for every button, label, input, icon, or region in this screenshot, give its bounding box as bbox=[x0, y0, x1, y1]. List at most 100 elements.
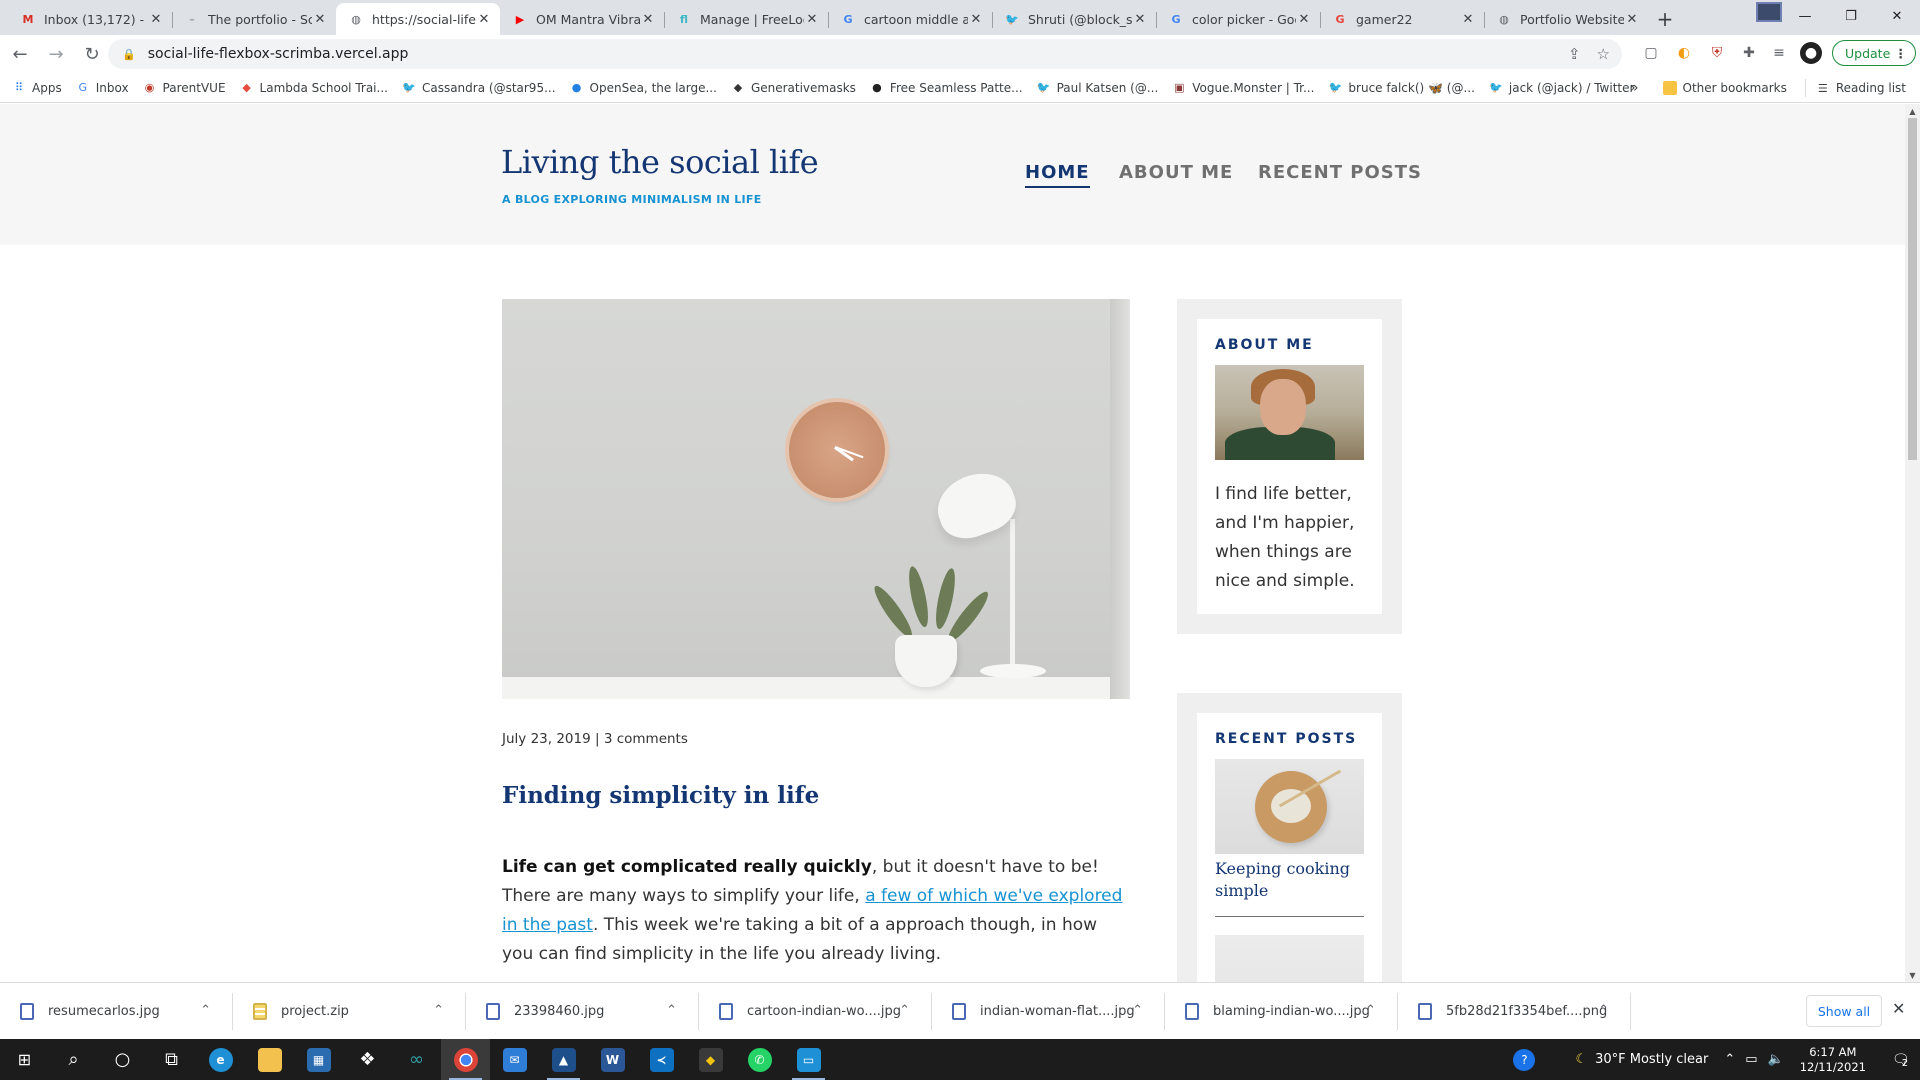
download-item[interactable]: 23398460.jpg ⌃ bbox=[466, 983, 699, 1040]
recent-post-title-link[interactable]: Keeping cooking simple bbox=[1215, 858, 1364, 902]
bookmark-item[interactable]: 🐦 jack (@jack) / Twitter bbox=[1489, 81, 1634, 95]
close-downloads-icon[interactable]: ✕ bbox=[1892, 999, 1905, 1018]
nav-recent-posts[interactable]: RECENT POSTS bbox=[1258, 162, 1422, 183]
recent-post-thumbnail[interactable] bbox=[1215, 935, 1364, 982]
dropbox-app[interactable]: ❖ bbox=[343, 1039, 392, 1080]
update-button[interactable]: Update ⋮ bbox=[1832, 40, 1916, 66]
bookmark-item[interactable]: ◉ ParentVUE bbox=[143, 81, 226, 95]
more-bookmarks-chevron-icon[interactable]: » bbox=[1630, 80, 1639, 96]
extensions-puzzle-icon[interactable]: ✚ bbox=[1738, 42, 1760, 64]
store-app[interactable]: ▦ bbox=[294, 1039, 343, 1080]
browser-tab[interactable]: 🐦 Shruti (@block_sh ✕ bbox=[992, 3, 1156, 35]
back-button[interactable]: ← bbox=[4, 38, 36, 70]
share-icon[interactable]: ⇪ bbox=[1568, 45, 1581, 63]
bookmark-item[interactable]: 🐦 Cassandra (@star95... bbox=[402, 81, 555, 95]
post-comments-link[interactable]: 3 comments bbox=[604, 731, 688, 747]
reading-list-button[interactable]: ☰ Reading list bbox=[1816, 81, 1906, 95]
download-options-chevron-icon[interactable]: ⌃ bbox=[1598, 1003, 1609, 1018]
download-options-chevron-icon[interactable]: ⌃ bbox=[666, 1003, 677, 1018]
volume-icon[interactable]: 🔈 bbox=[1768, 1052, 1784, 1067]
bookmark-item[interactable]: G Inbox bbox=[76, 81, 128, 95]
download-item[interactable]: blaming-indian-wo....jpg ⌃ bbox=[1165, 983, 1398, 1040]
download-item[interactable]: 5fb28d21f3354bef....png ⌃ bbox=[1398, 983, 1631, 1040]
cortana-button[interactable]: ○ bbox=[98, 1039, 147, 1080]
taskbar-clock[interactable]: 6:17 AM 12/11/2021 bbox=[1800, 1045, 1866, 1075]
close-tab-icon[interactable]: ✕ bbox=[1624, 12, 1640, 27]
tab-search-icon[interactable] bbox=[1756, 2, 1782, 22]
close-tab-icon[interactable]: ✕ bbox=[312, 12, 328, 27]
bookmark-item[interactable]: 🐦 bruce falck() 🦋 (@... bbox=[1328, 81, 1475, 95]
nav-home[interactable]: HOME bbox=[1025, 162, 1090, 188]
weather-widget[interactable]: ☾ 30°F Mostly clear bbox=[1575, 1052, 1708, 1067]
start-button[interactable]: ⊞ bbox=[0, 1039, 49, 1080]
page-scrollbar[interactable]: ▲ ▼ bbox=[1905, 104, 1920, 982]
profile-avatar-icon[interactable]: ● bbox=[1800, 42, 1822, 64]
word-app[interactable]: W bbox=[588, 1039, 637, 1080]
bookmark-item[interactable]: ● OpenSea, the large... bbox=[570, 81, 717, 95]
browser-tab[interactable]: ◍ Portfolio Website ✕ bbox=[1484, 3, 1648, 35]
scrollbar-thumb[interactable] bbox=[1908, 118, 1917, 460]
photoshop-app[interactable]: ▲ bbox=[539, 1039, 588, 1080]
browser-tab[interactable]: M Inbox (13,172) - sh✕ bbox=[8, 3, 172, 35]
bookmark-item[interactable]: 🐦 Paul Katsen (@... bbox=[1037, 81, 1159, 95]
bookmark-item[interactable]: ● Free Seamless Patte... bbox=[870, 81, 1022, 95]
close-tab-icon[interactable]: ✕ bbox=[148, 12, 164, 27]
arduino-app[interactable]: ∞ bbox=[392, 1039, 441, 1080]
terminal-app[interactable]: ▭ bbox=[784, 1039, 833, 1080]
download-item[interactable]: resumecarlos.jpg ⌃ bbox=[0, 983, 233, 1040]
browser-tab[interactable]: – The portfolio - Scri ✕ bbox=[172, 3, 336, 35]
new-tab-button[interactable]: + bbox=[1648, 3, 1682, 35]
help-icon[interactable]: ? bbox=[1513, 1048, 1536, 1071]
nav-about-me[interactable]: ABOUT ME bbox=[1119, 162, 1233, 183]
browser-tab[interactable]: Gcartoon middle ag ✕ bbox=[828, 3, 992, 35]
star-icon[interactable]: ☆ bbox=[1597, 45, 1610, 63]
download-item[interactable]: project.zip ⌃ bbox=[233, 983, 466, 1040]
close-tab-icon[interactable]: ✕ bbox=[476, 12, 492, 27]
media-queue-icon[interactable]: ≡ bbox=[1768, 42, 1790, 64]
address-text[interactable]: social-life-flexbox-scrimba.vercel.app bbox=[148, 46, 409, 62]
close-tab-icon[interactable]: ✕ bbox=[1296, 12, 1312, 27]
bookmark-item[interactable]: ⠿ Apps bbox=[12, 81, 62, 95]
battery-icon[interactable]: ▭ bbox=[1745, 1052, 1757, 1067]
file-explorer-app[interactable] bbox=[245, 1039, 294, 1080]
close-window-button[interactable]: ✕ bbox=[1874, 0, 1920, 32]
download-options-chevron-icon[interactable]: ⌃ bbox=[200, 1003, 211, 1018]
close-tab-icon[interactable]: ✕ bbox=[640, 12, 656, 27]
download-options-chevron-icon[interactable]: ⌃ bbox=[1365, 1003, 1376, 1018]
search-button[interactable]: ⌕ bbox=[49, 1039, 98, 1080]
whatsapp-app[interactable]: ✆ bbox=[735, 1039, 784, 1080]
maximize-button[interactable]: ❐ bbox=[1828, 0, 1874, 32]
show-all-downloads-button[interactable]: Show all bbox=[1806, 995, 1882, 1027]
post-title[interactable]: Finding simplicity in life bbox=[502, 782, 819, 809]
close-tab-icon[interactable]: ✕ bbox=[968, 12, 984, 27]
extension-blank-icon[interactable]: ▢ bbox=[1640, 42, 1662, 64]
bookmark-item[interactable]: ◆ Lambda School Trai... bbox=[240, 81, 388, 95]
browser-tab[interactable]: Gcolor picker - Goog✕ bbox=[1156, 3, 1320, 35]
download-options-chevron-icon[interactable]: ⌃ bbox=[433, 1003, 444, 1018]
close-tab-icon[interactable]: ✕ bbox=[804, 12, 820, 27]
scroll-up-icon[interactable]: ▲ bbox=[1905, 104, 1920, 118]
show-hidden-icons-chevron[interactable]: ⌃ bbox=[1724, 1052, 1735, 1067]
bookmark-item[interactable]: ▣ Vogue.Monster | Tr... bbox=[1172, 81, 1314, 95]
browser-tab[interactable]: fl Manage | FreeLogo✕ bbox=[664, 3, 828, 35]
download-options-chevron-icon[interactable]: ⌃ bbox=[899, 1003, 910, 1018]
chrome-app[interactable] bbox=[441, 1039, 490, 1080]
bookmark-item[interactable]: ◆ Generativemasks bbox=[731, 81, 856, 95]
extension-honey-icon[interactable]: ◐ bbox=[1673, 42, 1695, 64]
git-app[interactable]: ◆ bbox=[686, 1039, 735, 1080]
reload-button[interactable]: ↻ bbox=[76, 38, 108, 70]
address-bar[interactable]: 🔒 social-life-flexbox-scrimba.vercel.app… bbox=[108, 39, 1622, 69]
browser-tab[interactable]: Ggamer22 ✕ bbox=[1320, 3, 1484, 35]
download-item[interactable]: indian-woman-flat....jpg ⌃ bbox=[932, 983, 1165, 1040]
extension-ublock-icon[interactable]: ⛨ bbox=[1706, 42, 1728, 64]
recent-post-thumbnail[interactable] bbox=[1215, 759, 1364, 854]
menu-dots-icon[interactable]: ⋮ bbox=[1895, 46, 1908, 61]
browser-tab[interactable]: ▶ OM Mantra Vibrati ✕ bbox=[500, 3, 664, 35]
minimize-button[interactable]: — bbox=[1782, 0, 1828, 32]
scroll-down-icon[interactable]: ▼ bbox=[1905, 968, 1920, 982]
close-tab-icon[interactable]: ✕ bbox=[1460, 12, 1476, 27]
other-bookmarks-folder[interactable]: Other bookmarks bbox=[1662, 81, 1787, 95]
task-view-button[interactable]: ⧉ bbox=[147, 1039, 196, 1080]
edge-app[interactable]: e bbox=[196, 1039, 245, 1080]
notifications-button[interactable]: 🗨 2 bbox=[1880, 1039, 1920, 1080]
